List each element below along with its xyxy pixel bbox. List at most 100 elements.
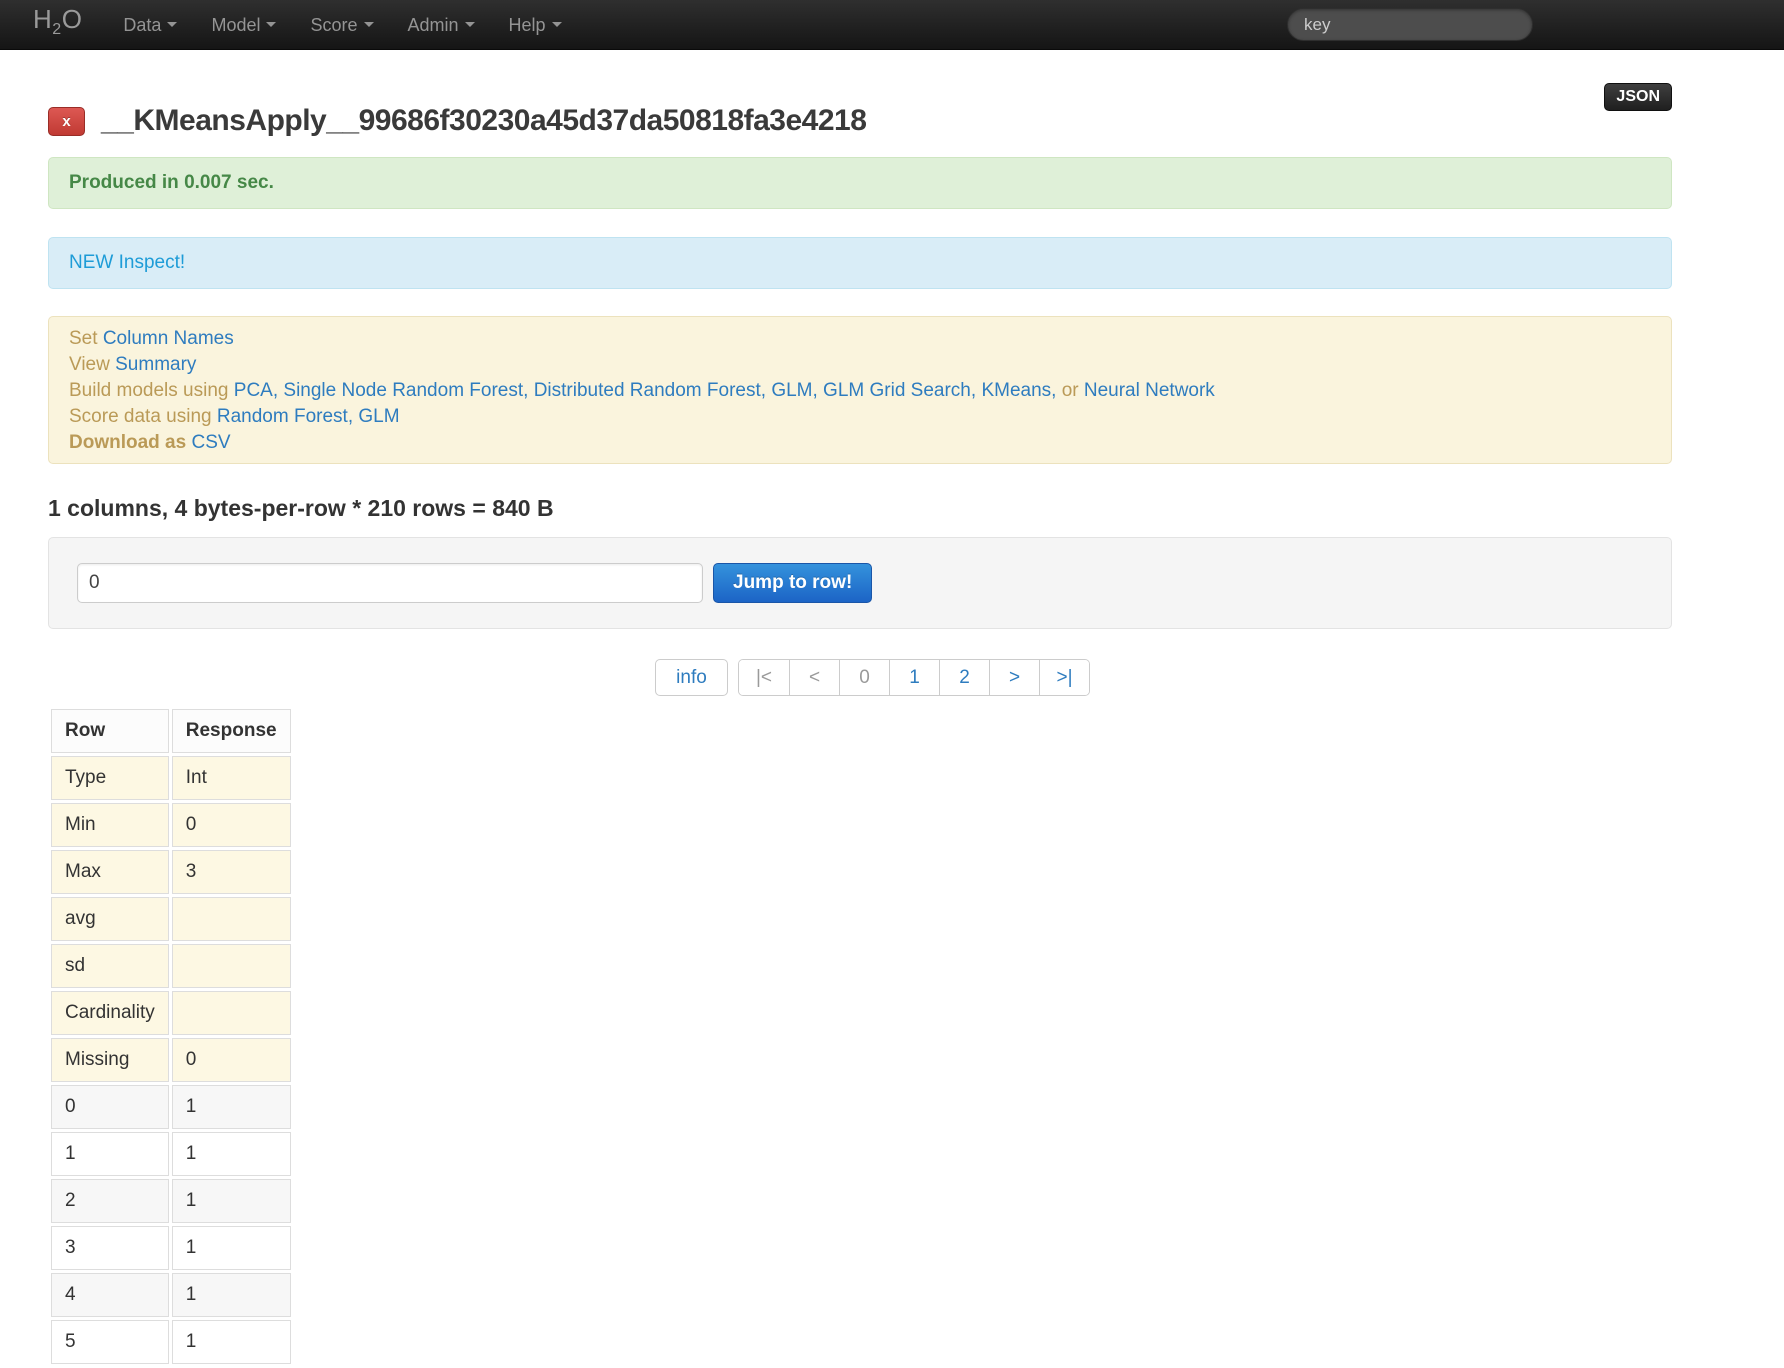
success-alert: Produced in 0.007 sec. (48, 157, 1672, 209)
row-value-cell (172, 897, 291, 941)
table-row: 01 (51, 1085, 291, 1129)
table-row: 41 (51, 1273, 291, 1317)
logo-text-tail: O (62, 4, 83, 34)
nav-item-model[interactable]: Model (194, 0, 293, 50)
row-value-cell: Int (172, 756, 291, 800)
table-row: 11 (51, 1132, 291, 1176)
action-text: or (1056, 380, 1083, 401)
table-row: Missing0 (51, 1038, 291, 1082)
logo-subscript: 2 (52, 21, 61, 38)
info-alert: NEW Inspect! (48, 237, 1672, 289)
table-row: sd (51, 944, 291, 988)
action-link[interactable]: GLM, (771, 380, 817, 401)
row-header: Row (51, 709, 169, 753)
action-text: Set (69, 328, 103, 349)
row-label-cell: Cardinality (51, 991, 169, 1035)
row-label-cell: Missing (51, 1038, 169, 1082)
action-link[interactable]: Summary (115, 354, 196, 375)
close-button[interactable]: x (48, 107, 85, 136)
action-text: Download as (69, 432, 191, 453)
page-button[interactable]: 2 (939, 660, 989, 695)
caret-down-icon (364, 22, 374, 27)
action-link[interactable]: Neural Network (1084, 380, 1215, 401)
row-value-cell: 1 (172, 1085, 291, 1129)
row-value-cell: 3 (172, 850, 291, 894)
page-button[interactable]: > (989, 660, 1039, 695)
action-link[interactable]: GLM (358, 406, 399, 427)
page-button: |< (739, 660, 789, 695)
logo-text: H (33, 4, 52, 34)
nav-menu: Data Model Score Admin Help (106, 0, 578, 50)
action-line: Download as CSV (69, 430, 1651, 456)
action-link[interactable]: PCA, (234, 380, 278, 401)
row-value-cell: 1 (172, 1179, 291, 1223)
pagination: info |<<012>>| (655, 659, 1672, 696)
row-label-cell: 1 (51, 1132, 169, 1176)
action-link[interactable]: Single Node Random Forest, (283, 380, 528, 401)
h2o-logo[interactable]: H2O (33, 0, 82, 55)
response-header: Response (172, 709, 291, 753)
main-content: JSON x __KMeansApply__99686f30230a45d37d… (48, 50, 1672, 1367)
action-link[interactable]: Random Forest, (217, 406, 353, 427)
action-link[interactable]: Distributed Random Forest, (534, 380, 766, 401)
row-label-cell: sd (51, 944, 169, 988)
json-button[interactable]: JSON (1604, 83, 1672, 111)
table-row: 31 (51, 1226, 291, 1270)
row-value-cell: 1 (172, 1132, 291, 1176)
action-text: View (69, 354, 115, 375)
table-header-row: Row Response (51, 709, 291, 753)
new-inspect-link[interactable]: NEW Inspect! (69, 252, 185, 273)
row-label-cell: Min (51, 803, 169, 847)
row-value-cell (172, 944, 291, 988)
page-header: JSON x __KMeansApply__99686f30230a45d37d… (48, 50, 1672, 157)
row-value-cell: 0 (172, 803, 291, 847)
nav-item-help[interactable]: Help (492, 0, 579, 50)
actions-box: Set Column NamesView SummaryBuild models… (48, 316, 1672, 464)
caret-down-icon (552, 22, 562, 27)
nav-item-label: Score (310, 0, 357, 50)
row-label-cell: Type (51, 756, 169, 800)
row-value-cell: 1 (172, 1226, 291, 1270)
nav-item-label: Model (211, 0, 260, 50)
jump-to-row-form: Jump to row! (48, 537, 1672, 629)
action-line: Set Column Names (69, 326, 1651, 352)
nav-item-data[interactable]: Data (106, 0, 194, 50)
nav-item-admin[interactable]: Admin (391, 0, 492, 50)
table-row: 21 (51, 1179, 291, 1223)
page-button[interactable]: 1 (889, 660, 939, 695)
page-button[interactable]: >| (1039, 660, 1089, 695)
caret-down-icon (167, 22, 177, 27)
page-button: < (789, 660, 839, 695)
row-label-cell: 0 (51, 1085, 169, 1129)
caret-down-icon (266, 22, 276, 27)
nav-item-label: Help (509, 0, 546, 50)
jump-to-row-button[interactable]: Jump to row! (713, 563, 872, 603)
row-number-input[interactable] (77, 563, 703, 603)
table-row: avg (51, 897, 291, 941)
table-row: Max3 (51, 850, 291, 894)
action-link[interactable]: CSV (191, 432, 230, 453)
table-row: TypeInt (51, 756, 291, 800)
action-line: Score data using Random Forest, GLM (69, 404, 1651, 430)
row-value-cell (172, 991, 291, 1035)
caret-down-icon (465, 22, 475, 27)
action-line: View Summary (69, 352, 1651, 378)
action-link[interactable]: GLM Grid Search, (823, 380, 976, 401)
table-row: Min0 (51, 803, 291, 847)
action-text: Score data using (69, 406, 217, 427)
summary-heading: 1 columns, 4 bytes-per-row * 210 rows = … (48, 494, 1672, 522)
row-label-cell: 3 (51, 1226, 169, 1270)
row-value-cell: 0 (172, 1038, 291, 1082)
row-label-cell: 5 (51, 1320, 169, 1364)
action-link[interactable]: KMeans, (981, 380, 1056, 401)
column-summary-table: Row Response TypeIntMin0Max3avgsdCardina… (48, 706, 294, 1367)
nav-item-score[interactable]: Score (293, 0, 390, 50)
row-value-cell: 1 (172, 1320, 291, 1364)
row-label-cell: avg (51, 897, 169, 941)
key-search-input[interactable] (1287, 8, 1533, 41)
row-label-cell: 4 (51, 1273, 169, 1317)
action-link[interactable]: Column Names (103, 328, 234, 349)
row-label-cell: Max (51, 850, 169, 894)
info-button[interactable]: info (655, 659, 728, 696)
action-line: Build models using PCA, Single Node Rand… (69, 378, 1651, 404)
